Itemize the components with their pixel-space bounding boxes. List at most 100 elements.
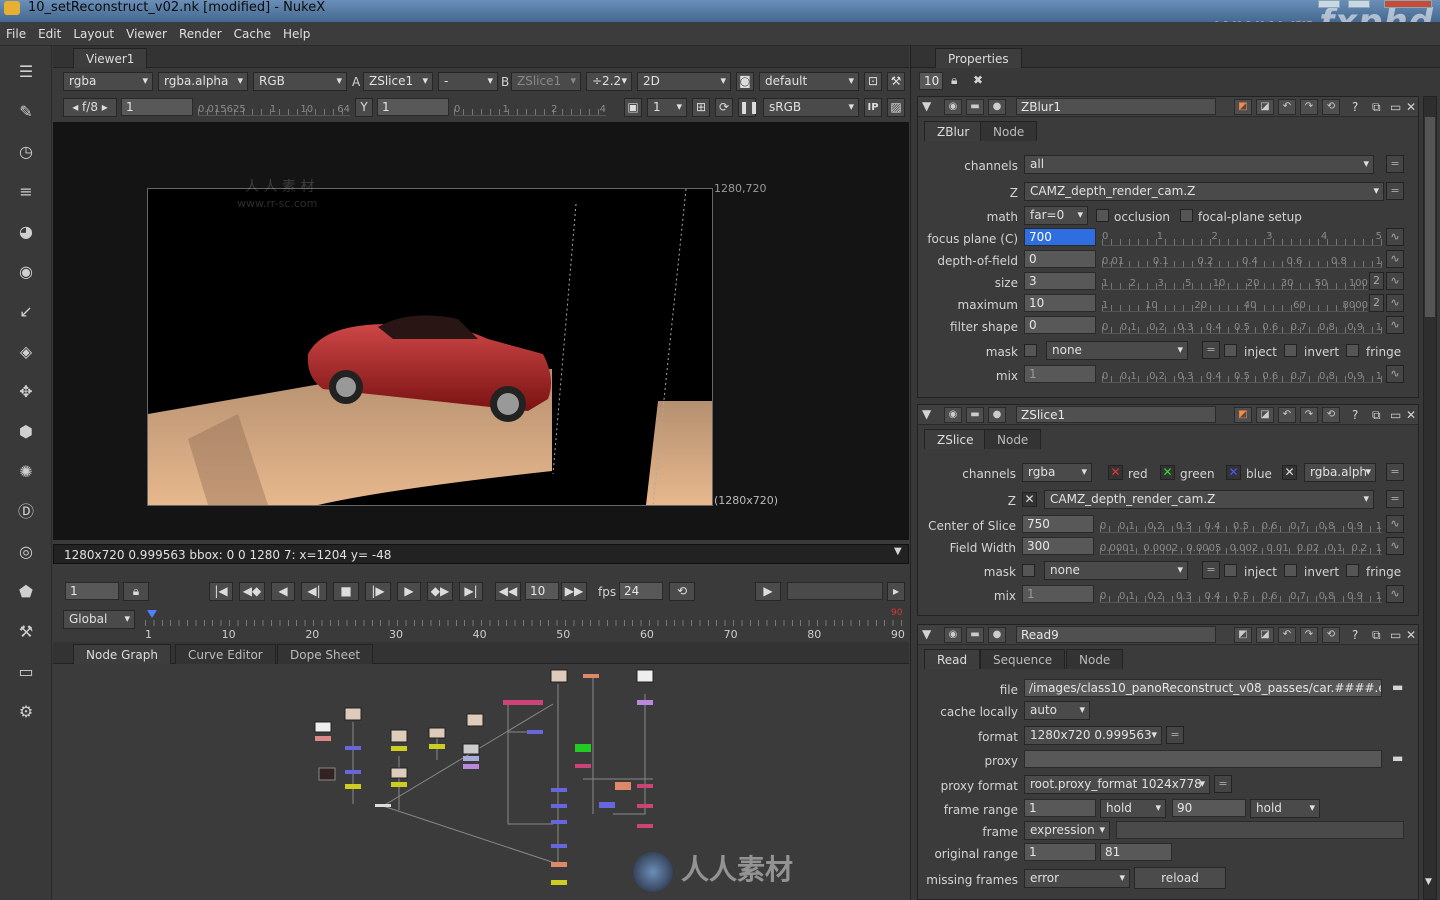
graph-node[interactable] <box>637 804 653 808</box>
frame-mode-dropdown[interactable]: expression <box>1024 821 1110 840</box>
display-channel-dropdown[interactable]: RGB <box>253 72 347 91</box>
graph-node[interactable] <box>551 862 567 867</box>
link-button[interactable]: = <box>1386 182 1404 200</box>
node-color-icon[interactable]: ▬ <box>966 407 984 423</box>
step-field[interactable]: 10 <box>525 582 559 600</box>
zblur-name-field[interactable]: ZBlur1 <box>1016 98 1216 115</box>
lut-dropdown[interactable]: default <box>759 72 859 91</box>
minimize-panel-icon[interactable]: ▭ <box>1390 408 1401 422</box>
mix-field[interactable]: 1 <box>1024 365 1096 383</box>
draw-nodes-icon[interactable]: ✎ <box>14 100 38 124</box>
pause-icon[interactable]: ❚❚ <box>738 98 759 117</box>
viewer-icon[interactable]: ◉ <box>944 627 962 643</box>
graph-node[interactable] <box>551 788 567 792</box>
font-color-icon[interactable]: ● <box>988 627 1006 643</box>
tab-dope-sheet[interactable]: Dope Sheet <box>277 644 374 664</box>
field-width-field[interactable]: 300 <box>1022 537 1094 555</box>
tab-curve-editor[interactable]: Curve Editor <box>175 644 276 664</box>
size-field[interactable]: 3 <box>1024 272 1096 290</box>
folder-browse-icon[interactable]: ▬ <box>1392 680 1403 694</box>
gain-slider[interactable]: 0.015625 1 10 64 <box>198 98 350 116</box>
proxy-format-dropdown[interactable]: root.proxy_format 1024x778 <box>1024 775 1210 794</box>
roi-icon[interactable]: ⊡ <box>864 72 882 91</box>
close-panel-icon[interactable]: ✕ <box>1406 100 1416 114</box>
last-frame-button[interactable]: ▶| <box>459 582 483 601</box>
help-icon[interactable]: ? <box>1352 628 1358 642</box>
float-panel-icon[interactable]: ⧉ <box>1372 408 1381 423</box>
reload-button[interactable]: reload <box>1134 867 1226 889</box>
font-icon[interactable]: ◪ <box>1256 627 1274 643</box>
link-button[interactable]: = <box>1202 341 1220 359</box>
viewer-icon[interactable]: ◉ <box>944 99 962 115</box>
animation-menu-icon[interactable]: ∿ <box>1386 585 1404 603</box>
graph-node[interactable] <box>345 784 361 789</box>
tab-zslice-node[interactable]: Node <box>984 429 1042 449</box>
alpha-channel-dropdown[interactable]: rgba.alph <box>1304 463 1376 482</box>
graph-node[interactable] <box>463 764 479 769</box>
frame-range-start-field[interactable]: 1 <box>1024 799 1096 817</box>
minimize-panel-icon[interactable]: ▭ <box>1390 100 1401 114</box>
timeline[interactable]: 1 10 20 30 40 50 60 70 80 90 90 <box>145 608 905 641</box>
revert-icon[interactable]: ⟲ <box>1322 99 1340 115</box>
zblur-z-dropdown[interactable]: CAMZ_depth_render_cam.Z <box>1024 182 1384 201</box>
depth-of-field-field[interactable]: 0 <box>1024 250 1096 268</box>
graph-node[interactable] <box>345 746 361 750</box>
focal-plane-setup-checkbox[interactable] <box>1180 209 1193 222</box>
zslice-z-dropdown[interactable]: CAMZ_depth_render_cam.Z <box>1044 490 1374 509</box>
info-expand-icon[interactable]: ▼ <box>894 546 902 557</box>
proxy-format-link-button[interactable]: = <box>1214 775 1232 793</box>
undo-icon[interactable]: ↶ <box>1278 99 1296 115</box>
playback-range-field[interactable] <box>787 582 883 600</box>
node-tile-color-icon[interactable]: ◩ <box>1234 627 1252 643</box>
node-color-icon[interactable]: ▬ <box>966 627 984 643</box>
collapse-icon[interactable]: ▼ <box>922 407 931 421</box>
read-node[interactable] <box>390 729 408 743</box>
graph-node[interactable] <box>551 844 567 848</box>
merge-nodes-icon[interactable]: ◈ <box>14 340 38 364</box>
format-dropdown[interactable]: 1280x720 0.999563 <box>1024 726 1162 745</box>
animation-menu-icon[interactable]: ∿ <box>1386 515 1404 533</box>
refresh-icon[interactable]: ⟳ <box>715 98 733 117</box>
input-process-button[interactable]: IP <box>864 98 882 117</box>
proxy-dropdown[interactable]: ÷2.2 <box>586 72 632 91</box>
proxy-path-field[interactable] <box>1024 750 1382 768</box>
read-node[interactable] <box>390 767 408 779</box>
mix-slider[interactable]: 0 0.1 0.2 0.3 0.4 0.5 0.6 0.7 0.8 0.9 1 <box>1100 585 1382 603</box>
mask-dropdown[interactable]: none <box>1046 341 1188 360</box>
zslice-name-field[interactable]: ZSlice1 <box>1016 406 1216 423</box>
playhead[interactable] <box>147 610 157 618</box>
tab-zblur-node[interactable]: Node <box>980 121 1038 141</box>
tab-sequence[interactable]: Sequence <box>980 649 1066 669</box>
graph-node[interactable] <box>583 674 599 678</box>
animation-menu-icon[interactable]: ∿ <box>1386 294 1404 312</box>
output-colorspace-dropdown[interactable]: sRGB <box>763 98 859 117</box>
camera-icon[interactable]: ◙ <box>736 72 754 91</box>
stop-button[interactable]: ■ <box>333 582 359 601</box>
float-panel-icon[interactable]: ⧉ <box>1372 100 1381 115</box>
a-input-dropdown[interactable]: ZSlice1 <box>363 72 433 91</box>
graph-node[interactable] <box>375 804 391 807</box>
viewer-settings-icon[interactable]: ⚒ <box>887 72 905 91</box>
tab-zblur[interactable]: ZBlur <box>924 121 983 141</box>
read-node[interactable] <box>314 721 332 733</box>
alpha-channel-checkbox[interactable]: ✕ <box>1282 465 1297 480</box>
maximum-slider[interactable]: 1 10 20 40 60 8000 <box>1102 294 1368 312</box>
clipping-icon[interactable]: ▣ <box>624 98 642 117</box>
menu-help[interactable]: Help <box>277 22 316 46</box>
animation-menu-icon[interactable]: ∿ <box>1386 228 1404 246</box>
center-of-slice-field[interactable]: 750 <box>1022 515 1094 533</box>
color-nodes-icon[interactable]: ◕ <box>14 220 38 244</box>
inject-checkbox[interactable] <box>1224 564 1237 577</box>
menu-file[interactable]: File <box>0 22 32 46</box>
animation-menu-icon[interactable]: ∿ <box>1386 537 1404 555</box>
graph-node[interactable] <box>391 782 407 787</box>
viewer-canvas[interactable]: 1280,720 (1280x720) 人 人 素 材 www.rr-sc.co… <box>53 122 909 540</box>
time-nodes-icon[interactable]: ◷ <box>14 140 38 164</box>
revert-icon[interactable]: ⟲ <box>1322 627 1340 643</box>
menu-viewer[interactable]: Viewer <box>120 22 173 46</box>
frame-count-dropdown[interactable]: 1 <box>647 98 687 117</box>
zslice-channels-dropdown[interactable]: rgba <box>1022 463 1092 482</box>
maximum-field[interactable]: 10 <box>1024 294 1096 312</box>
frame-range-scope-dropdown[interactable]: Global <box>63 610 135 629</box>
graph-node[interactable] <box>637 784 653 788</box>
